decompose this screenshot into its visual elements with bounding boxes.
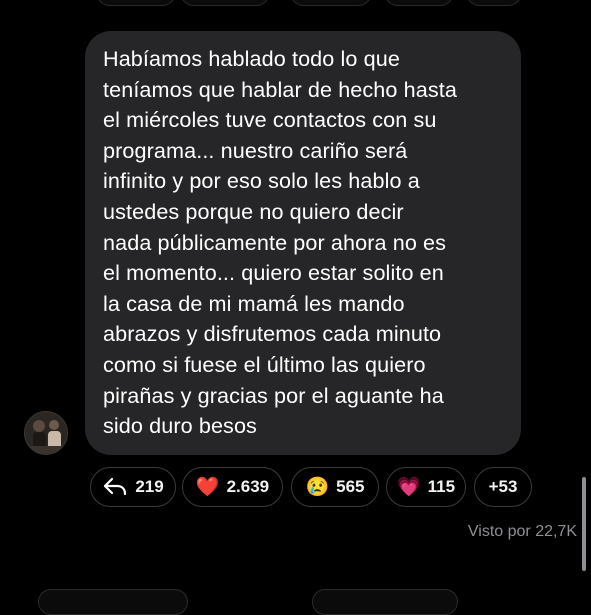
- heart-icon: ❤️: [195, 476, 220, 498]
- bottom-pill-1: [38, 589, 188, 615]
- reaction-sparkling-heart[interactable]: 💗 115: [386, 467, 466, 507]
- top-pill-1: [96, 0, 176, 6]
- top-pill-3: [290, 0, 372, 6]
- scrollbar[interactable]: [582, 477, 586, 571]
- reaction-reply[interactable]: 219: [90, 467, 176, 507]
- message-bubble[interactable]: Habíamos hablado todo lo que teníamos qu…: [85, 31, 521, 455]
- reaction-crying[interactable]: 😢 565: [291, 467, 379, 507]
- avatar[interactable]: [24, 411, 68, 455]
- reply-arrow-icon: [102, 476, 128, 498]
- seen-by-label[interactable]: Visto por 22,7K: [468, 523, 577, 541]
- top-pill-2: [180, 0, 270, 6]
- reaction-count: 2.639: [226, 477, 270, 496]
- reaction-count: 565: [336, 477, 365, 496]
- reaction-count: 219: [135, 477, 164, 496]
- crying-face-icon: 😢: [305, 476, 330, 498]
- message-text: Habíamos hablado todo lo que teníamos qu…: [103, 46, 457, 439]
- reaction-more[interactable]: +53: [474, 467, 532, 507]
- reaction-count: 115: [427, 477, 456, 496]
- bottom-pill-2: [312, 589, 458, 615]
- sparkling-heart-icon: 💗: [396, 476, 421, 498]
- reaction-heart[interactable]: ❤️ 2.639: [182, 467, 283, 507]
- more-reactions-label: +53: [488, 477, 518, 496]
- top-pill-5: [466, 0, 522, 6]
- top-pill-4: [384, 0, 454, 6]
